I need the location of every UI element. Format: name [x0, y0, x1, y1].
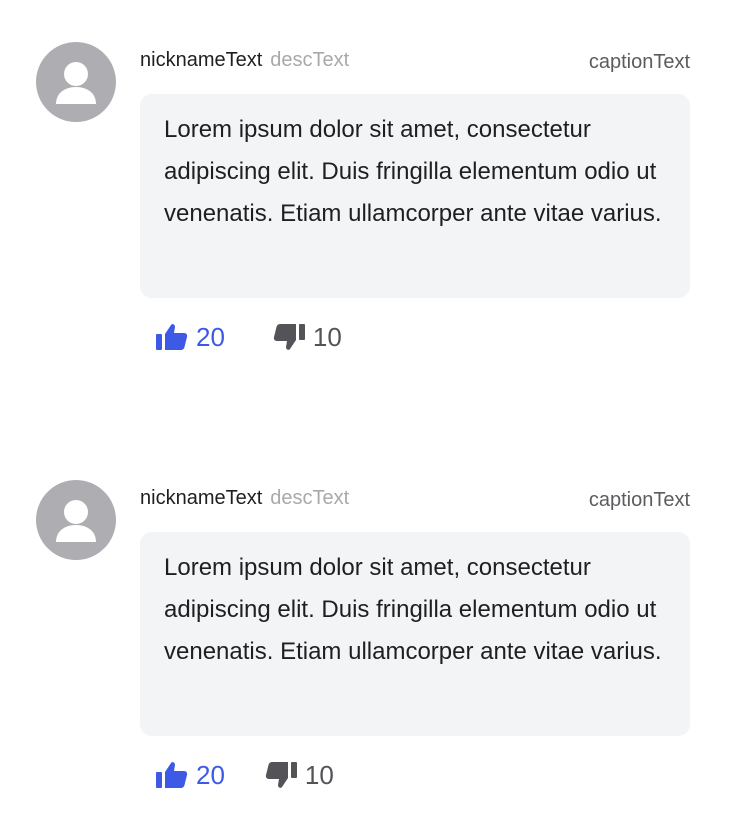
- dislike-button[interactable]: 10: [265, 758, 334, 792]
- thumbs-down-icon: [265, 762, 297, 788]
- dislike-count: 10: [304, 760, 334, 790]
- comment-body: Lorem ipsum dolor sit amet, consectetur …: [140, 532, 690, 736]
- like-count: 20: [196, 322, 225, 352]
- like-button[interactable]: 20: [156, 320, 225, 354]
- reaction-bar: 20 10: [156, 320, 342, 354]
- nickname-text[interactable]: nicknameText descText: [140, 484, 349, 512]
- desc-text: descText: [270, 49, 350, 71]
- comment-header: nicknameText descText captionText: [140, 46, 690, 74]
- avatar[interactable]: [36, 480, 116, 560]
- dislike-count: 10: [312, 322, 342, 352]
- thumbs-up-icon: [156, 324, 188, 350]
- nickname-text[interactable]: nicknameText descText: [140, 46, 349, 74]
- caption-text: captionText: [588, 51, 690, 73]
- reaction-bar: 20 10: [156, 758, 334, 792]
- avatar[interactable]: [36, 42, 116, 122]
- nickname-label: nicknameText: [140, 49, 263, 71]
- dislike-button[interactable]: 10: [273, 320, 342, 354]
- like-count: 20: [196, 760, 225, 790]
- comment-header: nicknameText descText captionText: [140, 484, 690, 512]
- thumbs-up-icon: [156, 762, 188, 788]
- caption-text: captionText: [588, 489, 690, 511]
- nickname-label: nicknameText: [140, 487, 263, 509]
- desc-text: descText: [270, 487, 350, 509]
- user-avatar-icon: [56, 62, 96, 104]
- like-button[interactable]: 20: [156, 758, 225, 792]
- thumbs-down-icon: [273, 324, 305, 350]
- user-avatar-icon: [56, 500, 96, 542]
- comment-body: Lorem ipsum dolor sit amet, consectetur …: [140, 94, 690, 298]
